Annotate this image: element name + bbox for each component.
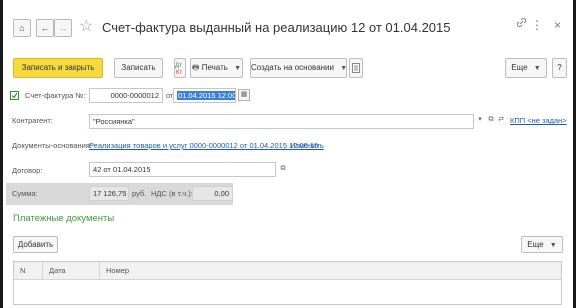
forward-arrow-icon: →: [58, 23, 68, 33]
title-bar: ⌂ ← → ☆ Счет-фактура выданный на реализа…: [9, 14, 567, 44]
home-icon: ⌂: [19, 23, 25, 33]
back-arrow-icon: ←: [40, 23, 50, 33]
dt-kt-icon: Дт Кт: [175, 63, 182, 76]
favorite-star-icon[interactable]: ☆: [79, 16, 93, 38]
create-based-on-label: Создать на основании: [251, 63, 334, 72]
invoice-number-label: Счет-фактура №:: [25, 91, 86, 100]
contractor-field[interactable]: "Россиянка": [89, 114, 474, 129]
calendar-icon[interactable]: ▦: [238, 89, 250, 101]
contractor-label: Контрагент:: [12, 116, 53, 125]
chevron-down-icon: ▼: [533, 65, 541, 72]
table-header: N Дата Номер: [14, 262, 561, 280]
chevron-down-icon: ▼: [549, 242, 557, 249]
home-button[interactable]: ⌂: [13, 19, 31, 37]
svg-text:Кт: Кт: [176, 70, 182, 75]
print-button[interactable]: 🖶 Печать ▼: [190, 58, 243, 78]
chevron-down-icon: ▼: [234, 65, 242, 72]
contract-label: Договор:: [12, 166, 43, 175]
more-button[interactable]: Еще ▼: [505, 58, 547, 78]
column-header-n[interactable]: N: [14, 262, 43, 280]
sum-field: 17 126,75: [89, 186, 129, 201]
dt-kt-button[interactable]: Дт Кт: [174, 58, 186, 78]
forward-button[interactable]: →: [54, 19, 72, 37]
contract-field[interactable]: 42 от 01.04.2015: [89, 162, 276, 177]
document-window: ⌂ ← → ☆ Счет-фактура выданный на реализа…: [0, 0, 576, 308]
report-button[interactable]: [349, 58, 363, 78]
command-bar: Записать и закрыть Записать Дт Кт 🖶 Печа…: [9, 58, 567, 80]
post-and-close-button[interactable]: Записать и закрыть: [13, 58, 103, 78]
column-header-number[interactable]: Номер: [100, 262, 561, 280]
svg-text:Дт: Дт: [175, 63, 182, 69]
open-link-icon[interactable]: ⧉: [277, 164, 289, 176]
back-button[interactable]: ←: [36, 19, 54, 37]
base-document-link[interactable]: Реализация товаров и услуг 0000-0000012 …: [89, 139, 318, 153]
chevron-down-icon: ▼: [340, 65, 348, 72]
invoice-checkbox-icon[interactable]: [10, 91, 19, 100]
column-header-date[interactable]: Дата: [43, 262, 100, 280]
printer-icon: 🖶: [191, 63, 200, 72]
change-base-documents-link[interactable]: Изменить: [290, 139, 324, 153]
invoice-number-field[interactable]: 0000-0000012: [89, 88, 163, 103]
base-documents-label: Документы-основания:: [12, 141, 92, 150]
help-button[interactable]: ?: [552, 58, 567, 78]
page-title: Счет-фактура выданный на реализацию 12 о…: [102, 20, 451, 35]
more-button-label: Еще: [511, 63, 528, 72]
save-button[interactable]: Записать: [114, 58, 163, 78]
document-icon: [352, 63, 360, 73]
print-button-label: Печать: [201, 63, 228, 72]
vat-field: 0,00: [192, 186, 233, 201]
payments-more-label: Еще: [527, 240, 544, 249]
close-icon[interactable]: ×: [554, 17, 561, 33]
create-based-on-button[interactable]: Создать на основании ▼: [250, 58, 347, 78]
sum-label: Сумма:: [12, 189, 38, 198]
hierarchy-icon[interactable]: ⇄: [495, 115, 507, 127]
sum-panel: Сумма: 17 126,75 руб. НДС (в т.ч.): 0,00: [6, 183, 233, 205]
add-payment-button[interactable]: Добавить: [13, 236, 58, 253]
link-icon[interactable]: [516, 17, 527, 33]
payments-table[interactable]: N Дата Номер: [13, 261, 562, 305]
kpp-link[interactable]: КПП <не задан>: [510, 114, 567, 128]
payment-documents-title: Платежные документы: [13, 213, 115, 224]
invoice-date-field[interactable]: 01.04.2015 12:00:15: [173, 88, 236, 103]
more-vertical-icon[interactable]: ⋮: [531, 17, 543, 33]
vat-label: НДС (в т.ч.):: [151, 189, 193, 198]
currency-label: руб.: [132, 189, 147, 198]
invoice-date-value: 01.04.2015 12:00:15: [177, 91, 235, 100]
payments-more-button[interactable]: Еще ▼: [521, 236, 563, 253]
